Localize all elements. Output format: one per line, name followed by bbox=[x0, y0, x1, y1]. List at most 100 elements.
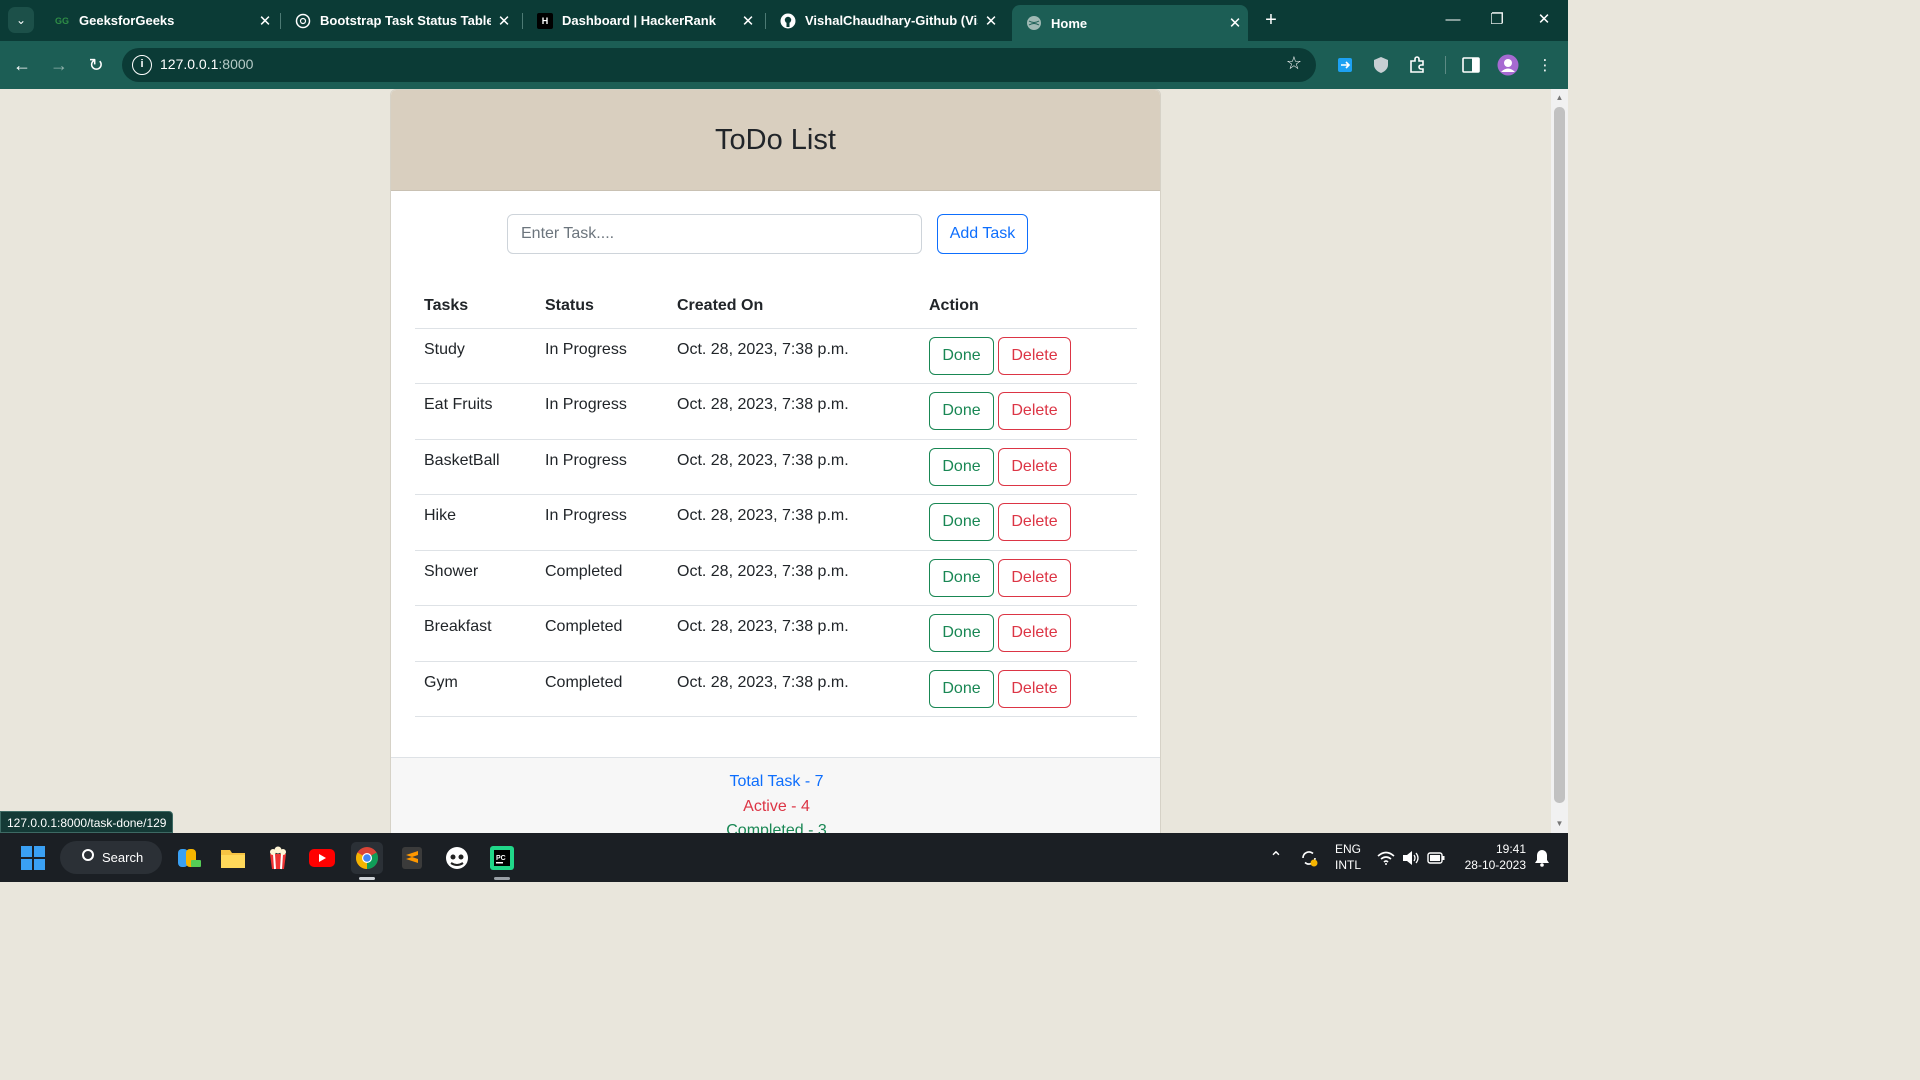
chrome-running-indicator bbox=[359, 877, 375, 880]
extensions-puzzle-icon[interactable] bbox=[1405, 53, 1429, 77]
task-input[interactable] bbox=[507, 214, 922, 254]
youtube-icon[interactable] bbox=[306, 842, 338, 874]
close-icon[interactable]: ✕ bbox=[252, 12, 278, 30]
delete-button[interactable]: Delete bbox=[998, 392, 1071, 430]
delete-button[interactable]: Delete bbox=[998, 447, 1071, 486]
show-hidden-icons-chevron-icon[interactable]: ⌃ bbox=[1260, 842, 1292, 874]
toolbar-divider bbox=[1445, 56, 1446, 74]
tab-title: Bootstrap Task Status Table bbox=[320, 13, 491, 28]
tab-github[interactable]: VishalChaudhary-Github (Visha ✕ bbox=[766, 5, 1004, 36]
vertical-scrollbar[interactable]: ▲ ▼ bbox=[1551, 89, 1568, 833]
task-actions: Done Delete bbox=[920, 661, 1137, 717]
task-status: In Progress bbox=[536, 439, 668, 495]
task-created-on: Oct. 28, 2023, 7:38 p.m. bbox=[668, 550, 920, 606]
table-header-row: Tasks Status Created On Action bbox=[415, 284, 1137, 329]
battery-icon[interactable] bbox=[1420, 842, 1452, 874]
file-explorer-icon[interactable] bbox=[217, 842, 249, 874]
extension-translate-icon[interactable] bbox=[1333, 53, 1357, 77]
github-icon bbox=[780, 13, 796, 29]
tab-geeksforgeeks[interactable]: GG GeeksforGeeks ✕ bbox=[40, 5, 278, 36]
restore-button[interactable]: ❐ bbox=[1474, 6, 1520, 34]
profile-avatar[interactable] bbox=[1496, 53, 1520, 77]
pycharm-icon[interactable]: PC bbox=[486, 842, 518, 874]
reload-button[interactable]: ↻ bbox=[82, 51, 110, 79]
tab-search-button[interactable]: ⌄ bbox=[8, 7, 34, 33]
bookmark-star-icon[interactable]: ☆ bbox=[1286, 53, 1302, 74]
minimize-button[interactable]: — bbox=[1430, 6, 1476, 34]
active-task-count: Active - 4 bbox=[743, 797, 810, 815]
add-task-button[interactable]: Add Task bbox=[937, 214, 1028, 254]
delete-button[interactable]: Delete bbox=[998, 503, 1071, 541]
task-status: In Progress bbox=[536, 383, 668, 440]
done-button[interactable]: Done bbox=[929, 669, 994, 708]
task-created-on: Oct. 28, 2023, 7:38 p.m. bbox=[668, 328, 920, 384]
done-button[interactable]: Done bbox=[929, 558, 994, 597]
scroll-thumb[interactable] bbox=[1554, 107, 1565, 803]
start-button[interactable] bbox=[17, 842, 49, 874]
windows-logo-icon bbox=[21, 846, 45, 870]
done-button[interactable]: Done bbox=[929, 447, 994, 486]
task-actions: Done Delete bbox=[920, 605, 1137, 662]
delete-button[interactable]: Delete bbox=[998, 614, 1071, 652]
scroll-up-arrow-icon[interactable]: ▲ bbox=[1555, 93, 1564, 102]
url-text[interactable]: 127.0.0.1:8000 bbox=[160, 56, 253, 72]
tab-hackerrank[interactable]: H Dashboard | HackerRank ✕ bbox=[523, 5, 761, 36]
tab-bootstrap-task[interactable]: Bootstrap Task Status Table ✕ bbox=[281, 5, 517, 36]
game-controller-icon[interactable] bbox=[441, 842, 473, 874]
task-status: Completed bbox=[536, 605, 668, 662]
keyboard-layout: INTL bbox=[1334, 858, 1361, 872]
table-row: Hike In Progress Oct. 28, 2023, 7:38 p.m. D… bbox=[415, 494, 1137, 551]
menu-kebab-icon[interactable]: ⋮ bbox=[1533, 53, 1557, 77]
system-clock[interactable]: 19:41 28-10-2023 bbox=[1454, 841, 1526, 873]
table-row: Breakfast Completed Oct. 28, 2023, 7:38 p.… bbox=[415, 605, 1137, 662]
side-panel-icon[interactable] bbox=[1459, 53, 1483, 77]
address-bar[interactable]: i 127.0.0.1:8000 ☆ bbox=[122, 48, 1316, 82]
delete-button[interactable]: Delete bbox=[998, 336, 1071, 375]
globe-icon bbox=[1026, 15, 1042, 31]
close-icon[interactable]: ✕ bbox=[978, 12, 1004, 30]
chatgpt-icon bbox=[295, 13, 311, 29]
forward-button[interactable]: → bbox=[45, 51, 73, 79]
task-created-on: Oct. 28, 2023, 7:38 p.m. bbox=[668, 494, 920, 551]
taskbar-search[interactable]: Search bbox=[60, 841, 162, 874]
sublime-text-icon[interactable] bbox=[396, 842, 428, 874]
notifications-bell-icon[interactable] bbox=[1526, 842, 1558, 874]
done-button[interactable]: Done bbox=[929, 503, 994, 541]
tab-title: Home bbox=[1051, 15, 1088, 31]
taskbar-search-label: Search bbox=[102, 850, 144, 865]
completed-task-count: Completed - 3 bbox=[726, 822, 827, 833]
task-name: BasketBall bbox=[415, 439, 536, 495]
done-button[interactable]: Done bbox=[929, 392, 994, 430]
new-tab-button[interactable]: + bbox=[1258, 6, 1284, 34]
task-actions: Done Delete bbox=[920, 550, 1137, 606]
language-code: ENG bbox=[1334, 842, 1361, 856]
tab-home[interactable]: Home ✕ bbox=[1012, 5, 1248, 41]
task-name: Eat Fruits bbox=[415, 383, 536, 440]
page-viewport: ToDo List Add Task Tasks Status Created … bbox=[0, 89, 1551, 833]
task-actions: Done Delete bbox=[920, 494, 1137, 551]
close-icon[interactable]: ✕ bbox=[735, 12, 761, 30]
task-status: Completed bbox=[536, 550, 668, 606]
back-button[interactable]: ← bbox=[8, 51, 36, 79]
task-status: In Progress bbox=[536, 494, 668, 551]
column-header-status: Status bbox=[536, 284, 668, 329]
task-status: Completed bbox=[536, 661, 668, 717]
window-close-button[interactable]: ✕ bbox=[1521, 6, 1567, 34]
chrome-icon[interactable] bbox=[351, 842, 383, 874]
sync-status-icon[interactable] bbox=[1293, 842, 1325, 874]
done-button[interactable]: Done bbox=[929, 336, 994, 375]
input-language-indicator[interactable]: ENG INTL bbox=[1330, 841, 1366, 873]
scroll-down-arrow-icon[interactable]: ▼ bbox=[1555, 819, 1564, 828]
copilot-icon[interactable] bbox=[173, 842, 205, 874]
close-icon[interactable]: ✕ bbox=[1222, 14, 1248, 32]
delete-button[interactable]: Delete bbox=[998, 558, 1071, 597]
delete-button[interactable]: Delete bbox=[998, 669, 1071, 708]
search-icon bbox=[82, 849, 94, 861]
site-info-icon[interactable]: i bbox=[132, 55, 152, 75]
total-task-count: Total Task - 7 bbox=[729, 773, 824, 790]
extension-shield-icon[interactable] bbox=[1369, 53, 1393, 77]
popcorn-app-icon[interactable] bbox=[262, 842, 294, 874]
windows-taskbar: Search PC ⌃ ENG INTL 19:41 28-10-2023 bbox=[0, 833, 1568, 882]
done-button[interactable]: Done bbox=[929, 614, 994, 652]
close-icon[interactable]: ✕ bbox=[491, 12, 517, 30]
